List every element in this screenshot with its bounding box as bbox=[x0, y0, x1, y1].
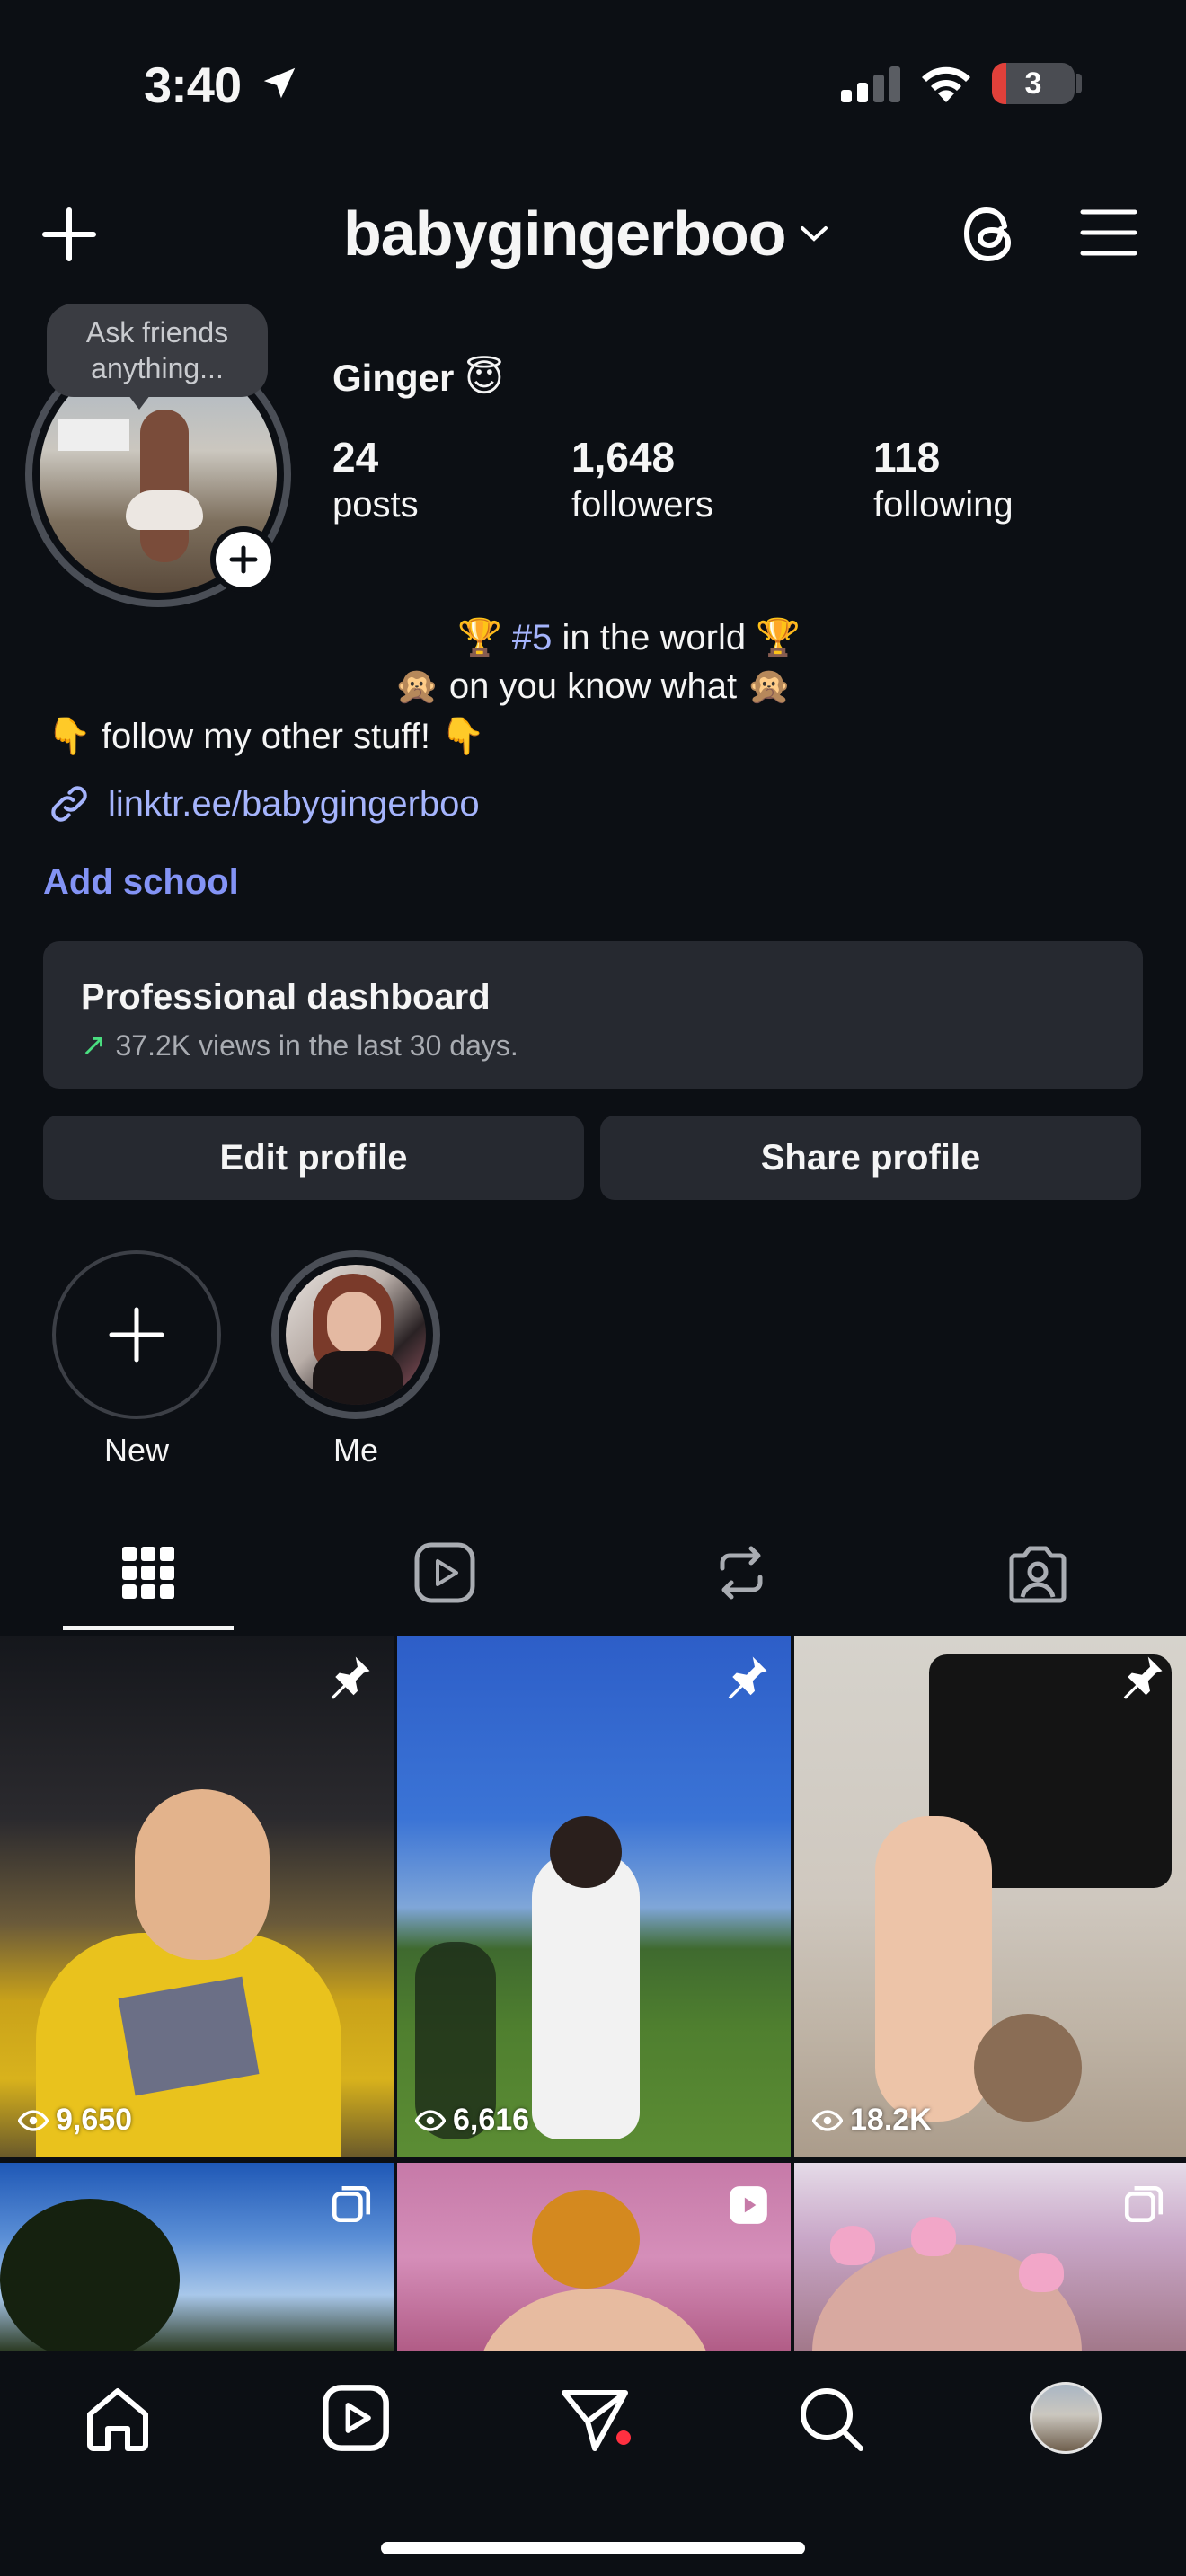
post-views: 18.2K bbox=[850, 2103, 932, 2137]
bio-trophy-prefix: 🏆 bbox=[456, 618, 512, 657]
dashboard-subtitle: 37.2K views in the last 30 days. bbox=[115, 1028, 518, 1062]
stat-posts[interactable]: 24 posts bbox=[332, 433, 419, 525]
battery-indicator: 3 bbox=[992, 63, 1075, 104]
wifi-icon bbox=[922, 66, 970, 102]
active-tab-indicator bbox=[63, 1626, 234, 1630]
stat-following[interactable]: 118 following bbox=[873, 433, 1013, 525]
bio-line-2: 🙊 on you know what 🙊 bbox=[394, 666, 792, 706]
highlight-label-me: Me bbox=[332, 1432, 378, 1469]
tab-reels-icon[interactable] bbox=[413, 1541, 476, 1604]
post-tile[interactable]: 6,616 bbox=[397, 1636, 791, 2157]
account-switcher[interactable]: babygingerboo bbox=[343, 198, 829, 269]
post-views: 6,616 bbox=[453, 2103, 530, 2137]
post-tile[interactable] bbox=[794, 2163, 1186, 2351]
note-line1: Ask friends bbox=[85, 316, 229, 348]
edit-profile-button[interactable]: Edit profile bbox=[43, 1116, 584, 1200]
reels-nav-icon[interactable] bbox=[322, 2384, 390, 2452]
plus-icon bbox=[109, 1307, 164, 1363]
cellular-signal-icon bbox=[841, 66, 900, 102]
bio-hashtag-link[interactable]: #5 bbox=[512, 618, 553, 657]
bio-line-1-suffix: in the world 🏆 bbox=[552, 618, 801, 657]
stat-value: 1,648 bbox=[571, 434, 676, 481]
views-eye-icon bbox=[18, 2109, 49, 2131]
post-tile[interactable]: 9,650 bbox=[0, 1636, 394, 2157]
pin-icon bbox=[1123, 1656, 1163, 1699]
tab-grid-icon[interactable] bbox=[117, 1541, 180, 1604]
profile-link[interactable]: linktr.ee/babygingerboo bbox=[47, 781, 480, 826]
menu-hamburger-icon[interactable] bbox=[1080, 208, 1137, 257]
post-tile[interactable] bbox=[397, 2163, 791, 2351]
battery-level: 3 bbox=[1024, 66, 1042, 101]
profile-link-text: linktr.ee/babygingerboo bbox=[108, 783, 480, 824]
trend-up-icon: ↗ bbox=[81, 1028, 107, 1063]
stat-label: posts bbox=[332, 485, 419, 525]
pin-icon bbox=[728, 1656, 767, 1699]
highlight-me[interactable] bbox=[286, 1265, 426, 1405]
display-name: Ginger 😇 bbox=[332, 357, 504, 399]
reel-icon bbox=[730, 2186, 767, 2224]
create-plus-icon[interactable] bbox=[41, 207, 97, 262]
stat-label: following bbox=[873, 485, 1013, 525]
location-arrow-icon bbox=[263, 67, 296, 99]
link-icon bbox=[51, 786, 87, 822]
carousel-icon bbox=[1124, 2185, 1164, 2222]
stat-label: followers bbox=[571, 485, 713, 525]
highlight-label-new: New bbox=[103, 1432, 170, 1469]
home-indicator bbox=[381, 2542, 805, 2554]
bio-line-3: 👇 follow my other stuff! 👇 bbox=[47, 717, 485, 756]
profile-nav-avatar[interactable] bbox=[1030, 2382, 1102, 2454]
notification-dot bbox=[616, 2430, 631, 2445]
post-views: 9,650 bbox=[56, 2103, 133, 2137]
battery-tip bbox=[1076, 74, 1082, 93]
direct-messages-icon[interactable] bbox=[559, 2384, 631, 2456]
status-time: 3:40 bbox=[144, 57, 242, 113]
add-story-button[interactable] bbox=[210, 526, 277, 593]
chevron-down-icon bbox=[800, 226, 828, 242]
home-icon[interactable] bbox=[83, 2384, 153, 2454]
threads-icon[interactable] bbox=[960, 199, 1022, 268]
views-eye-icon bbox=[812, 2109, 843, 2131]
note-line2: anything... bbox=[91, 352, 224, 384]
bio-line-1: 🏆 #5 in the world 🏆 bbox=[0, 616, 1186, 658]
tab-reposts-icon[interactable] bbox=[710, 1541, 773, 1604]
stat-value: 118 bbox=[873, 434, 941, 481]
search-icon[interactable] bbox=[796, 2384, 866, 2454]
views-eye-icon bbox=[415, 2109, 446, 2131]
add-school-link[interactable]: Add school bbox=[43, 862, 239, 903]
plus-icon bbox=[229, 545, 258, 574]
post-tile[interactable] bbox=[0, 2163, 394, 2351]
new-highlight-button[interactable] bbox=[52, 1250, 221, 1419]
stat-value: 24 bbox=[332, 434, 379, 481]
dashboard-title: Professional dashboard bbox=[81, 977, 491, 1017]
tab-tagged-icon[interactable] bbox=[1006, 1541, 1069, 1604]
share-profile-button[interactable]: Share profile bbox=[600, 1116, 1141, 1200]
professional-dashboard-card[interactable]: Professional dashboard ↗ 37.2K views in t… bbox=[43, 941, 1143, 1089]
carousel-icon bbox=[332, 2185, 371, 2222]
post-tile[interactable]: 18.2K bbox=[794, 1636, 1186, 2157]
note-bubble[interactable]: Ask friends anything... bbox=[47, 304, 268, 397]
stat-followers[interactable]: 1,648 followers bbox=[571, 433, 713, 525]
username-title: babygingerboo bbox=[343, 198, 787, 269]
pin-icon bbox=[331, 1656, 370, 1699]
